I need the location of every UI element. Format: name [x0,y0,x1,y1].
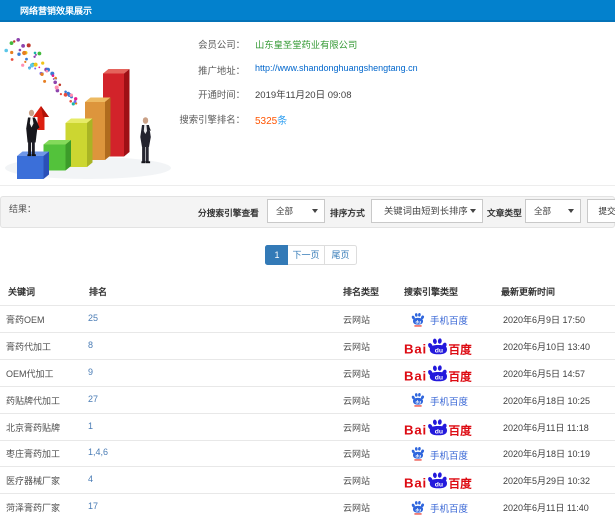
svg-text:百度: 百度 [449,342,473,354]
svg-text:Bai: Bai [404,476,427,489]
svg-text:du: du [435,482,443,489]
svg-text:du: du [435,347,443,354]
svg-text:Bai: Bai [404,422,427,435]
svg-text:百度: 百度 [449,477,473,489]
svg-text:Bai: Bai [404,368,427,381]
svg-text:du: du [435,428,443,435]
svg-text:Bai: Bai [404,341,427,354]
svg-text:du: du [416,319,422,324]
svg-text:du: du [416,453,422,458]
svg-text:du: du [416,399,422,404]
svg-text:du: du [416,507,422,512]
svg-text:du: du [435,374,443,381]
svg-text:百度: 百度 [449,423,473,435]
svg-text:百度: 百度 [449,369,473,381]
